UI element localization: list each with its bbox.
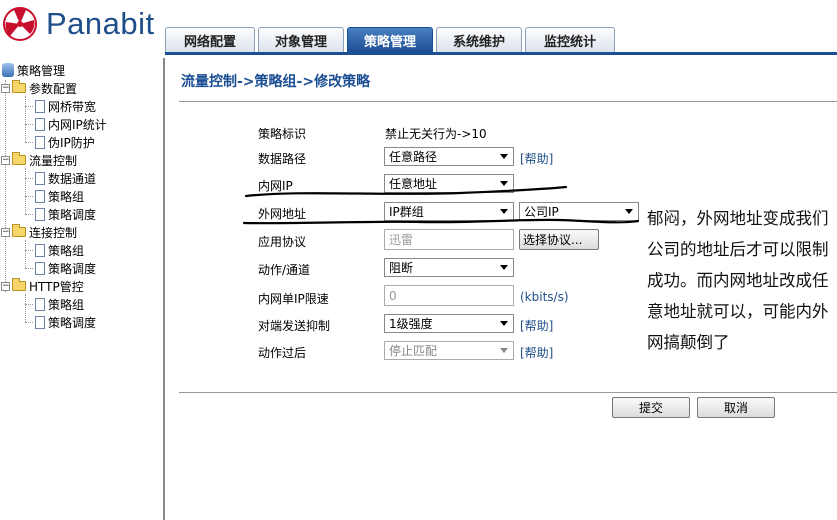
annotation-underline-lower xyxy=(242,218,640,225)
annotation-note: 郁闷，外网地址变成我们公司的地址后才可以限制成功。而内网地址改成任意地址就可以，… xyxy=(647,209,829,352)
annotation-underline-upper xyxy=(244,185,568,198)
